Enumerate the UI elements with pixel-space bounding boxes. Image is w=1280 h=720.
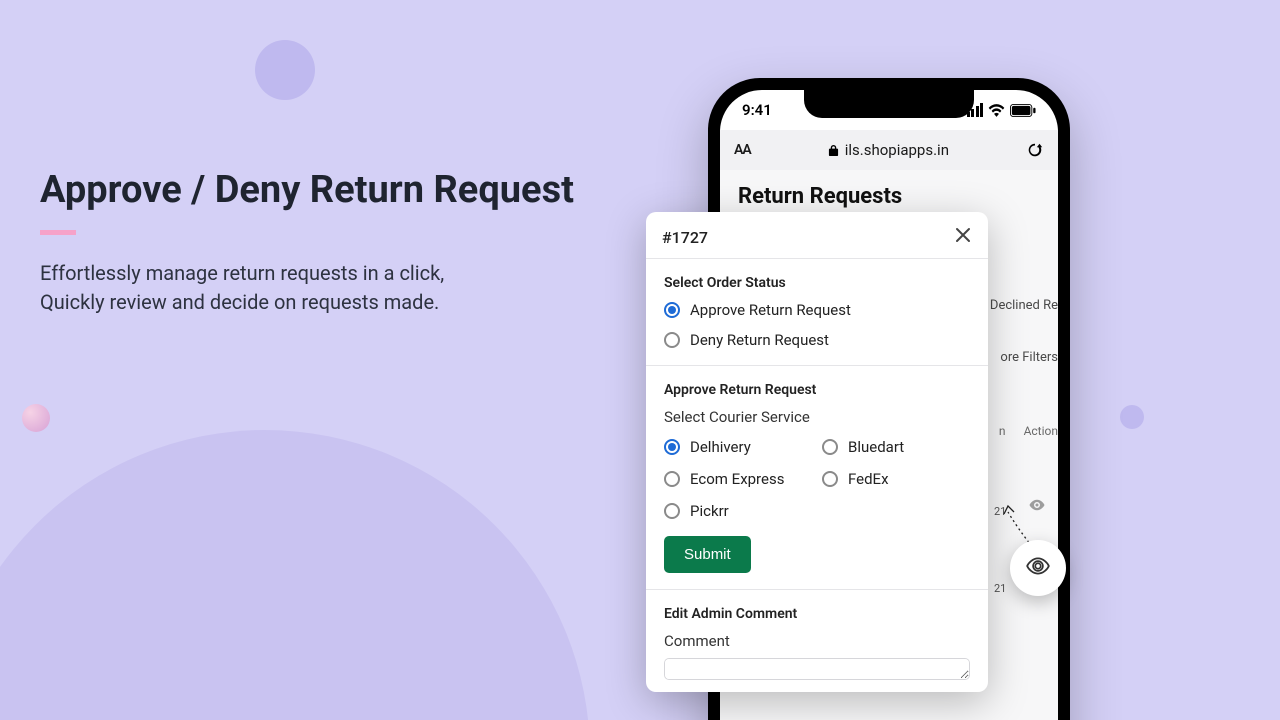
radio-label: Deny Return Request — [690, 331, 829, 349]
eye-icon — [1025, 553, 1051, 583]
radio-courier-bluedart[interactable]: Bluedart — [822, 438, 970, 456]
phone-notch — [804, 90, 974, 118]
select-status-title: Select Order Status — [664, 275, 970, 291]
decorative-circle-large — [0, 430, 590, 720]
radio-label: FedEx — [848, 470, 889, 488]
description-line-2: Quickly review and decide on requests ma… — [40, 288, 600, 317]
radio-icon — [664, 439, 680, 455]
decorative-circle-top — [255, 40, 315, 100]
heading-underline — [40, 230, 76, 235]
table-header-col: n — [999, 424, 1006, 438]
browser-address-bar[interactable]: AA ils.shopiapps.in — [720, 130, 1058, 170]
wifi-icon — [988, 104, 1005, 117]
courier-label: Select Courier Service — [664, 408, 970, 426]
decorative-circle-pink — [22, 404, 50, 432]
radio-label: Delhivery — [690, 438, 751, 456]
radio-label: Bluedart — [848, 438, 904, 456]
approve-section-title: Approve Return Request — [664, 382, 970, 398]
page-heading: Approve / Deny Return Request — [40, 168, 600, 212]
return-request-modal: #1727 Select Order Status Approve Return… — [646, 212, 988, 692]
modal-order-id: #1727 — [662, 228, 708, 247]
submit-button[interactable]: Submit — [664, 536, 751, 573]
status-time: 9:41 — [742, 101, 772, 119]
radio-icon — [664, 471, 680, 487]
radio-icon — [664, 503, 680, 519]
description-line-1: Effortlessly manage return requests in a… — [40, 259, 600, 288]
radio-icon — [664, 302, 680, 318]
reload-icon[interactable] — [1026, 141, 1044, 159]
radio-deny-request[interactable]: Deny Return Request — [664, 331, 970, 349]
page-title: Return Requests — [738, 184, 1040, 209]
table-row-value: 21 — [994, 582, 1006, 595]
table-header-action: Action — [1024, 424, 1058, 438]
view-action-fab[interactable] — [1010, 540, 1066, 596]
address-url: ils.shopiapps.in — [845, 141, 949, 159]
radio-icon — [822, 471, 838, 487]
radio-courier-delhivery[interactable]: Delhivery — [664, 438, 812, 456]
reader-mode-icon[interactable]: AA — [734, 142, 751, 158]
battery-icon — [1010, 104, 1036, 117]
tab-declined[interactable]: Declined Re — [990, 298, 1058, 313]
radio-icon — [822, 439, 838, 455]
radio-label: Pickrr — [690, 502, 729, 520]
lock-icon — [828, 144, 839, 157]
close-icon[interactable] — [954, 226, 972, 248]
radio-courier-ecom[interactable]: Ecom Express — [664, 470, 812, 488]
comment-label: Comment — [664, 632, 970, 650]
radio-icon — [664, 332, 680, 348]
radio-label: Approve Return Request — [690, 301, 851, 319]
comment-textarea[interactable] — [664, 658, 970, 680]
radio-approve-request[interactable]: Approve Return Request — [664, 301, 970, 319]
radio-courier-fedex[interactable]: FedEx — [822, 470, 970, 488]
decorative-circle-right — [1120, 405, 1144, 429]
edit-comment-title: Edit Admin Comment — [664, 606, 970, 622]
more-filters-button[interactable]: ore Filters — [1000, 350, 1058, 365]
radio-courier-pickrr[interactable]: Pickrr — [664, 502, 812, 520]
radio-label: Ecom Express — [690, 470, 784, 488]
